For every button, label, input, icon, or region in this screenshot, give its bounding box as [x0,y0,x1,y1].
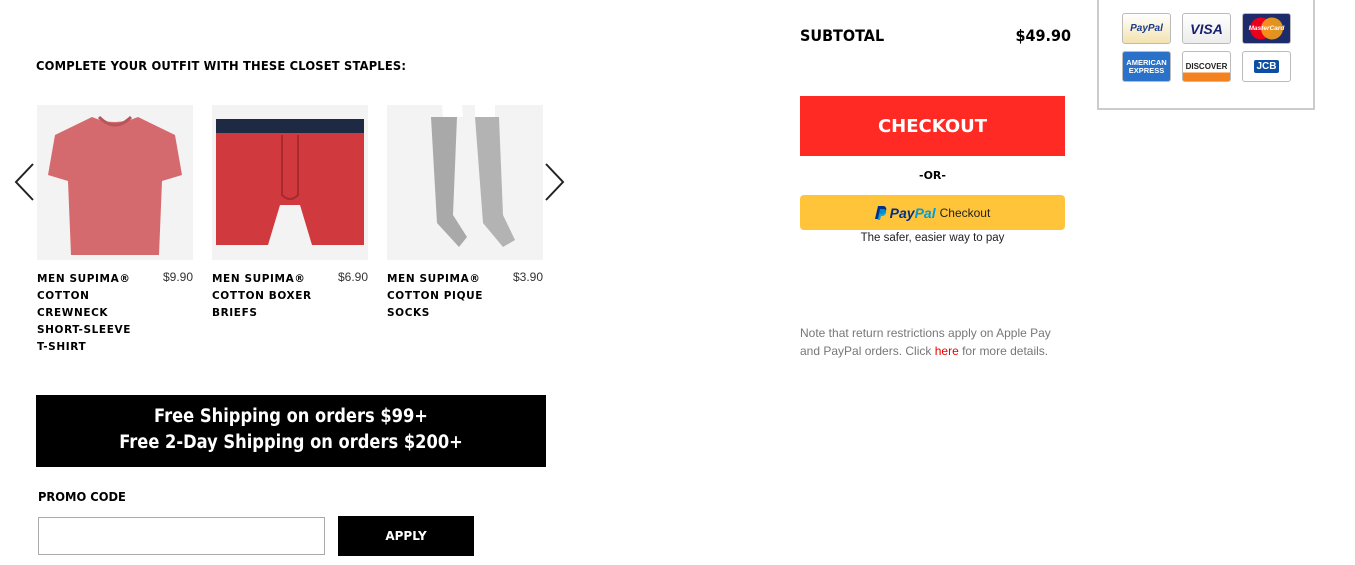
product-card[interactable]: MEN SUPIMA® COTTON PIQUE SOCKS $3.90 [387,105,543,319]
return-restrictions-note: Note that return restrictions apply on A… [800,324,1065,360]
product-price: $6.90 [337,270,368,284]
checkout-button[interactable]: CHECKOUT [800,96,1065,156]
apply-button[interactable]: APPLY [338,516,474,556]
mastercard-card-icon: MasterCard [1242,13,1291,44]
paypal-icon [874,205,886,220]
paypal-card-label: PayPal [1130,23,1163,34]
carousel-next-button[interactable] [543,162,567,202]
paypal-logo: Pay Pal [874,204,936,221]
product-name[interactable]: MEN SUPIMA® COTTON CREWNECK SHORT-SLEEVE… [37,271,137,356]
chevron-right-icon [545,163,565,201]
amex-card-icon: AMERICAN EXPRESS [1122,51,1171,82]
visa-card-icon: VISA [1182,13,1231,44]
subtotal-label: SUBTOTAL [800,26,885,45]
payment-methods-box: PayPal VISA MasterCard AMERICAN EXPRESS … [1097,0,1315,110]
outfit-heading: COMPLETE YOUR OUTFIT WITH THESE CLOSET S… [36,58,407,73]
promo-code-label: PROMO CODE [38,489,126,504]
product-card[interactable]: MEN SUPIMA® COTTON BOXER BRIEFS $6.90 [212,105,368,319]
jcb-card-icon: JCB [1242,51,1291,82]
visa-card-label: VISA [1190,20,1223,37]
shipping-banner-line2: Free 2-Day Shipping on orders $200+ [119,432,463,453]
shipping-banner: Free Shipping on orders $99+ Free 2-Day … [36,395,546,467]
product-price: $9.90 [162,270,193,284]
paypal-checkout-button[interactable]: Pay Pal Checkout [800,195,1065,230]
jcb-card-label: JCB [1254,60,1279,73]
paypal-logo-pal: Pal [914,204,936,221]
discover-card-label: DISCOVER [1185,62,1228,71]
paypal-tagline: The safer, easier way to pay [860,232,1005,244]
paypal-logo-pay: Pay [889,204,915,221]
discover-card-icon: DISCOVER [1182,51,1231,82]
mastercard-card-label: MasterCard [1248,25,1285,32]
note-text-end: for more details. [958,344,1049,358]
carousel-prev-button[interactable] [13,162,37,202]
paypal-card-icon: PayPal [1122,13,1171,44]
product-image-socks[interactable] [387,105,543,260]
subtotal-value: $49.90 [1015,26,1072,45]
product-name[interactable]: MEN SUPIMA® COTTON BOXER BRIEFS [212,271,312,322]
paypal-checkout-label: Checkout [939,205,991,220]
note-here-link[interactable]: here [935,344,959,358]
product-name[interactable]: MEN SUPIMA® COTTON PIQUE SOCKS [387,271,487,322]
product-price: $3.90 [512,270,543,284]
chevron-left-icon [14,163,34,201]
product-image-tshirt[interactable] [37,105,193,260]
or-divider: -OR- [919,169,946,182]
product-image-boxer-briefs[interactable] [212,105,368,260]
promo-code-input[interactable] [38,517,325,555]
shipping-banner-line1: Free Shipping on orders $99+ [154,406,428,427]
product-card[interactable]: MEN SUPIMA® COTTON CREWNECK SHORT-SLEEVE… [37,105,193,353]
amex-card-label: AMERICAN EXPRESS [1126,57,1167,75]
